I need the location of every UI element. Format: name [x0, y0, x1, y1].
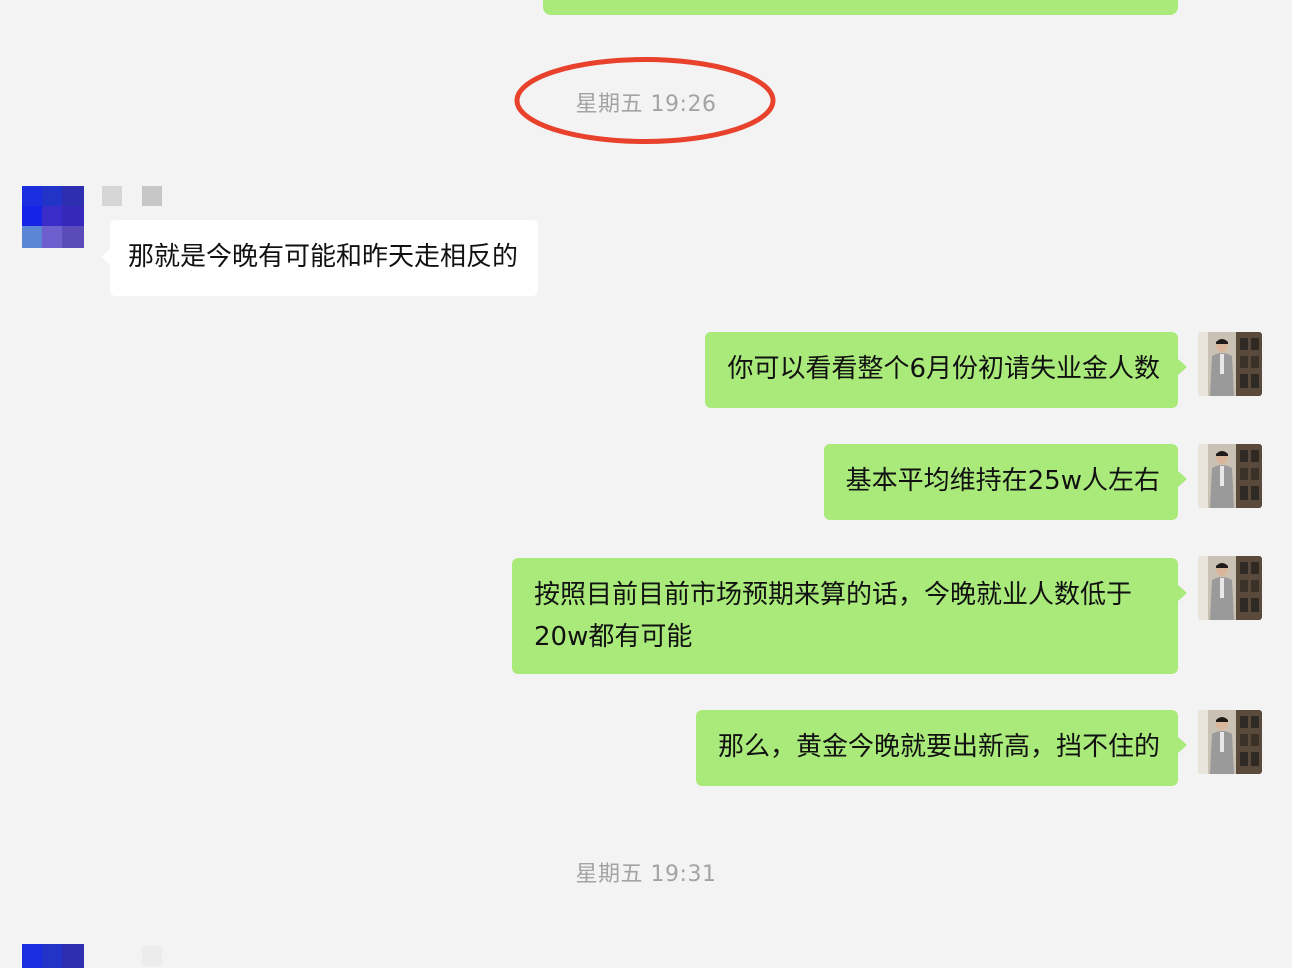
outgoing-message[interactable]: 按照目前目前市场预期来算的话，今晚就业人数低于20w都有可能	[512, 558, 1187, 674]
message-timestamp: 星期五 19:26	[575, 92, 717, 117]
previous-message-bubble[interactable]	[543, 0, 1178, 15]
contact-avatar[interactable]	[22, 186, 84, 248]
profile-photo-icon	[1198, 444, 1262, 508]
outgoing-message[interactable]: 基本平均维持在25w人左右	[823, 444, 1188, 520]
my-avatar[interactable]	[1198, 332, 1262, 396]
contact-name-redacted	[102, 186, 162, 206]
outgoing-message[interactable]: 那么，黄金今晚就要出新高，挡不住的	[695, 710, 1188, 786]
chat-window: 星期五 19:26 那就是今晚有可能和昨天走相反的 你可以看看整个6月份初请失业…	[0, 0, 1292, 968]
profile-photo-icon	[1198, 332, 1262, 396]
outgoing-message[interactable]: 你可以看看整个6月份初请失业金人数	[705, 332, 1187, 408]
message-timestamp: 星期五 19:31	[575, 862, 717, 887]
contact-avatar[interactable]	[22, 944, 84, 968]
profile-photo-icon	[1198, 710, 1262, 774]
my-avatar[interactable]	[1198, 556, 1262, 620]
my-avatar[interactable]	[1198, 710, 1262, 774]
my-avatar[interactable]	[1198, 444, 1262, 508]
contact-name-redacted	[142, 946, 162, 966]
incoming-message[interactable]: 那就是今晚有可能和昨天走相反的	[100, 220, 539, 296]
profile-photo-icon	[1198, 556, 1262, 620]
